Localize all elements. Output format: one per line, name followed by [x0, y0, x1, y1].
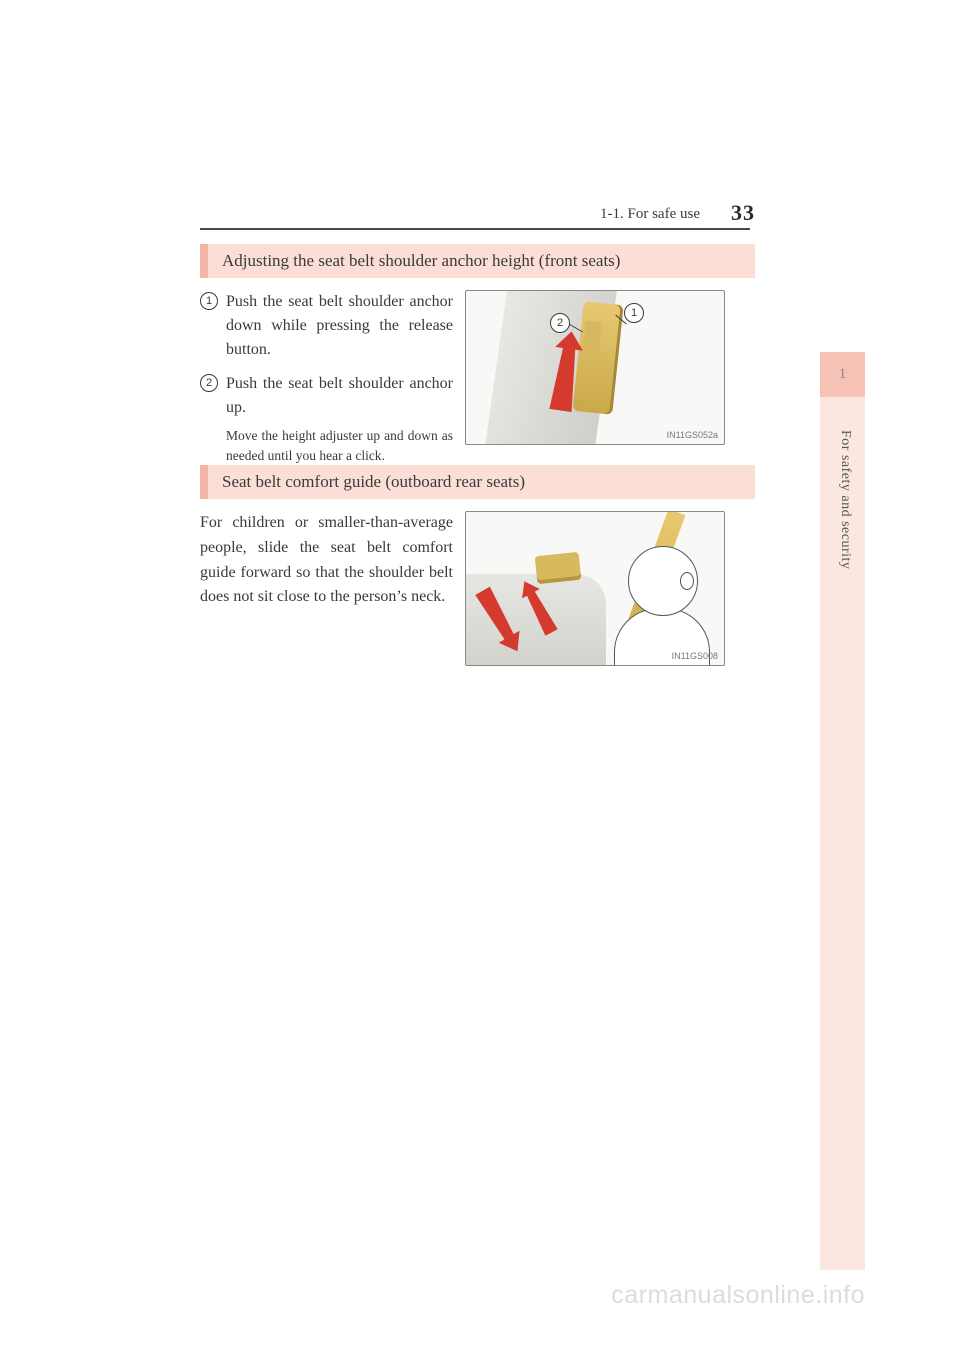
section-comfort-guide: Seat belt comfort guide (outboard rear s…	[0, 465, 755, 666]
section-anchor-height: Adjusting the seat belt shoulder anchor …	[0, 244, 755, 477]
heading-text: Adjusting the seat belt shoulder anchor …	[200, 251, 620, 271]
figure-id: IN11GS008	[672, 651, 718, 661]
figure-column: 1 2 IN11GS052a	[465, 290, 755, 477]
step-marker-icon: 1	[200, 292, 218, 310]
text-column: 1 Push the seat belt shoulder anchor dow…	[200, 290, 465, 477]
figure-anchor-height: 1 2 IN11GS052a	[465, 290, 725, 445]
content-row: 1 Push the seat belt shoulder anchor dow…	[200, 290, 755, 477]
step-text: Push the seat belt shoulder anchor up.	[226, 372, 453, 420]
page-number: 33	[731, 200, 755, 226]
section-number: 1-1. For safe use	[600, 206, 700, 223]
chapter-tab: 1	[820, 352, 865, 397]
figure-id: IN11GS052a	[667, 430, 718, 440]
step-2: 2 Push the seat belt shoulder anchor up.…	[200, 372, 453, 467]
figure-callout: 2	[550, 313, 570, 333]
text-column: For children or smaller-than-average peo…	[200, 511, 465, 666]
content-row: For children or smaller-than-average peo…	[200, 511, 755, 666]
figure-column: IN11GS008	[465, 511, 755, 666]
figure-comfort-guide: IN11GS008	[465, 511, 725, 666]
step-marker-icon: 2	[200, 374, 218, 392]
step-text: Push the seat belt shoulder anchor down …	[226, 290, 453, 362]
step-note: Move the height adjuster up and down as …	[226, 426, 453, 467]
manual-page: 1-1. For safe use 33 1 For safety and se…	[0, 0, 960, 1358]
header-rule	[200, 228, 750, 230]
heading-text: Seat belt comfort guide (outboard rear s…	[200, 472, 525, 492]
paragraph: For children or smaller-than-average peo…	[200, 511, 453, 610]
side-title: For safety and security	[837, 430, 853, 569]
heading-bar: Seat belt comfort guide (outboard rear s…	[200, 465, 755, 499]
watermark: carmanualsonline.info	[611, 1281, 865, 1310]
step-1: 1 Push the seat belt shoulder anchor dow…	[200, 290, 453, 362]
heading-bar: Adjusting the seat belt shoulder anchor …	[200, 244, 755, 278]
figure-callout: 1	[624, 303, 644, 323]
chapter-tab-label: 1	[839, 366, 847, 383]
